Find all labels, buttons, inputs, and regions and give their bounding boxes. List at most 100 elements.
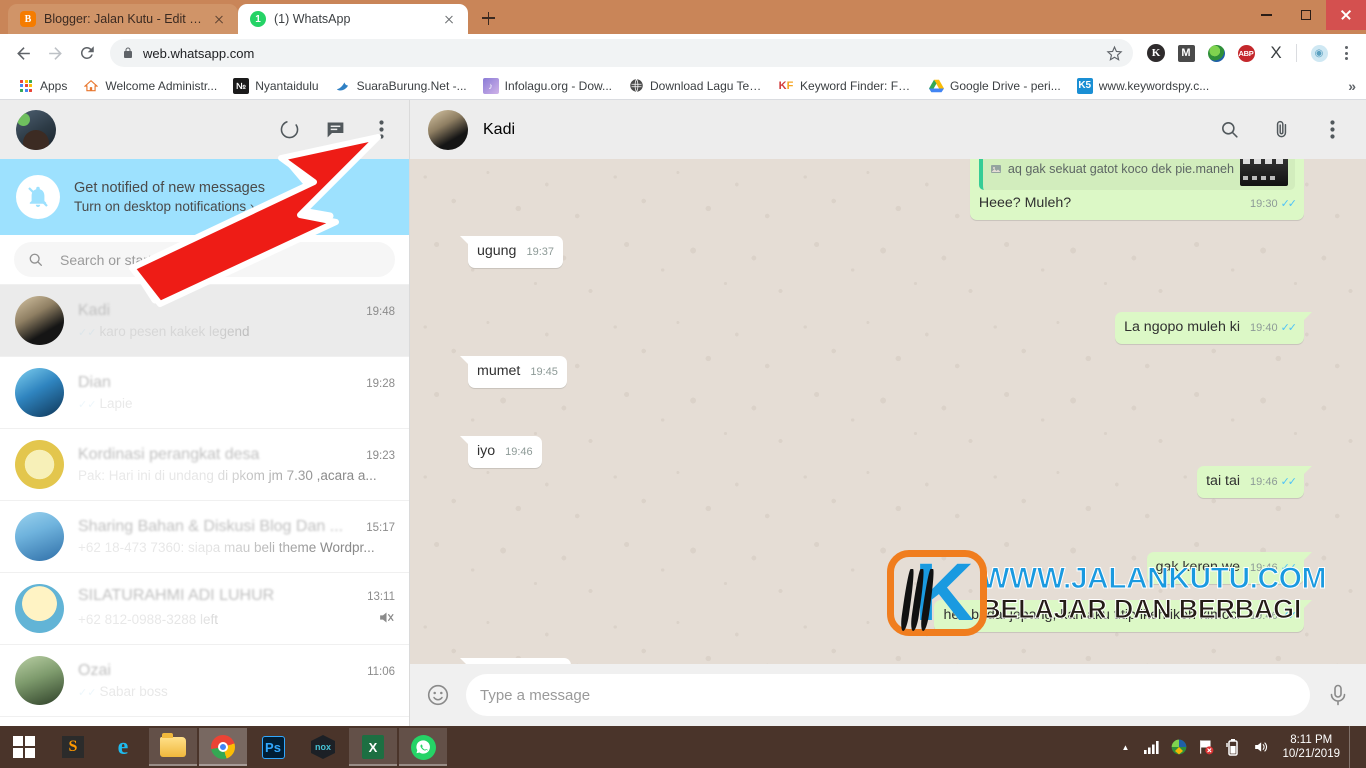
chrome-browser-window: B Blogger: Jalan Kutu - Edit entri 1 (1)… [0,0,1366,726]
avatar [15,584,64,633]
browser-tab-whatsapp[interactable]: 1 (1) WhatsApp [238,4,468,34]
reload-icon[interactable] [72,38,102,68]
message-bubble-incoming[interactable]: matane 19:47 [460,658,571,664]
forward-arrow-icon[interactable] [40,38,70,68]
message-bubble-incoming[interactable]: mumet 19:45 [460,356,567,388]
bookmark-label: Keyword Finder: Fin... [800,78,913,93]
idm-tray-icon[interactable] [1170,738,1188,756]
bookmark-keywordspy[interactable]: K5 www.keywordspy.c... [1069,74,1217,98]
tab-title: (1) WhatsApp [274,12,351,26]
message-bubble-outgoing[interactable]: La ngopo muleh ki 19:40 ✓✓ [1115,312,1312,344]
message-bubble-incoming[interactable]: ugung 19:37 [460,236,563,268]
battery-icon[interactable] [1224,738,1242,756]
network-signal-icon[interactable] [1143,738,1161,756]
x-extension-icon[interactable]: X [1263,40,1289,66]
flag-notification-icon[interactable] [1197,738,1215,756]
mailtrack-extension-icon[interactable]: M [1173,40,1199,66]
avatar[interactable] [16,109,56,150]
address-bar[interactable]: web.whatsapp.com [110,39,1133,67]
chat-list-item-ozai[interactable]: Ozai 11:06 ✓✓ Sabar boss [0,645,409,717]
adblock-plus-extension-icon[interactable]: ABP [1233,40,1259,66]
home-icon [83,78,99,94]
internet-explorer-icon[interactable]: e [99,728,147,766]
search-input[interactable]: Search or start new chat [14,242,395,277]
whatsapp-icon[interactable] [399,728,447,766]
attach-icon[interactable] [1269,118,1293,142]
message-bubble-incoming[interactable]: iyo 19:46 [460,436,542,468]
chrome-menu-icon[interactable] [1334,46,1358,60]
conversation-header[interactable]: Kadi [410,100,1366,159]
message-bubble-outgoing[interactable]: gak keren we 19:46 ✓✓ [1146,552,1313,584]
chat-list-item-kordinasi-perangkat-desa[interactable]: Kordinasi perangkat desa 19:23 Pak: Hari… [0,429,409,501]
bookmark-welcome-administrator[interactable]: Welcome Administr... [75,74,225,98]
minimize-button[interactable] [1246,0,1286,30]
bookmark-suaraburung[interactable]: SuaraBurung.Net -... [327,74,475,98]
quoted-thumbnail [1240,159,1288,186]
close-icon[interactable] [440,10,458,28]
browser-tab-blogger[interactable]: B Blogger: Jalan Kutu - Edit entri [8,4,238,34]
chat-list-item-kadi[interactable]: Kadi 19:48 ✓✓ karo pesen kakek legend [0,285,409,357]
message-list[interactable]: aq gak sekuat gatot koco dek pie.maneh H… [410,159,1366,664]
close-window-button[interactable] [1326,0,1366,30]
show-hidden-icons[interactable]: ▲ [1116,738,1134,756]
bookmark-infolagu[interactable]: ♪ Infolagu.org - Dow... [475,74,620,98]
bookmark-star-icon[interactable] [1101,40,1127,66]
chat-list-item-silaturahmi-adi-luhur[interactable]: SILATURAHMI ADI LUHUR 13:11 +62 812-0988… [0,573,409,645]
taskbar-clock[interactable]: 8:11 PM 10/21/2019 [1278,733,1340,761]
read-receipt-icon: ✓✓ [1280,610,1298,622]
emoji-icon[interactable] [426,683,450,707]
close-icon[interactable] [210,10,228,28]
kissmetrics-extension-icon[interactable]: K [1143,40,1169,66]
sidebar-header-actions [277,118,393,142]
extension-glyph: K [1147,44,1165,62]
bookmark-apps[interactable]: Apps [10,74,75,98]
bookmark-keyword-finder[interactable]: KF Keyword Finder: Fin... [770,74,920,98]
windows-start-icon[interactable] [0,726,48,768]
excel-icon[interactable]: X [349,728,397,766]
chat-name: Ozai [78,662,111,679]
bookmark-download-lagu[interactable]: Download Lagu Ter... [620,74,770,98]
bookmarks-overflow-icon[interactable]: » [1348,78,1356,94]
message-meta: 19:46 [505,443,533,462]
photoshop-icon[interactable]: Ps [249,728,297,766]
url-text: web.whatsapp.com [143,45,255,61]
whatsapp-icon: 1 [250,11,266,27]
profile-avatar-icon[interactable]: ◉ [1306,40,1332,66]
menu-icon[interactable] [1320,118,1344,142]
show-desktop-button[interactable] [1349,726,1356,768]
avatar[interactable] [428,109,468,150]
chat-name: Dian [78,374,111,391]
bookmark-google-drive[interactable]: Google Drive - peri... [920,74,1069,98]
idm-extension-icon[interactable] [1203,40,1229,66]
clock-time: 8:11 PM [1290,734,1333,746]
sublime-text-icon[interactable]: S [49,728,97,766]
notification-subtitle[interactable]: Turn on desktop notifications › [74,199,265,214]
back-arrow-icon[interactable] [8,38,38,68]
message-text: iyo [477,443,496,459]
file-explorer-icon[interactable] [149,728,197,766]
nox-player-icon[interactable]: nox [299,728,347,766]
chat-list-item-dian[interactable]: Dian 19:28 ✓✓ Lapie [0,357,409,429]
message-input[interactable]: Type a message [466,674,1310,716]
bookmark-nyantaidulu[interactable]: № Nyantaidulu [225,74,326,98]
menu-icon[interactable] [369,118,393,142]
maximize-button[interactable] [1286,0,1326,30]
message-bubble-outgoing[interactable]: aq gak sekuat gatot koco dek pie.maneh H… [969,159,1304,220]
message-bubble-outgoing[interactable]: hee budal jepang, kan aku titip ikeh ike… [934,600,1312,632]
chrome-icon[interactable] [199,728,247,766]
message-meta: 19:30 ✓✓ [1250,195,1297,214]
microphone-icon[interactable] [1326,683,1350,707]
new-tab-button[interactable] [474,4,502,32]
message-bubble-outgoing[interactable]: tai tai 19:46 ✓✓ [1197,466,1312,498]
chat-list[interactable]: Kadi 19:48 ✓✓ karo pesen kakek legend Dia… [0,285,409,726]
search-icon[interactable] [1218,118,1242,142]
conversation-panel: Kadi aq gak sekuat gatot koco dek pie.ma… [410,100,1366,726]
volume-icon[interactable] [1251,738,1269,756]
chat-list-item-sharing-bahan-diskusi-blog[interactable]: Sharing Bahan & Diskusi Blog Dan ... 15:… [0,501,409,573]
desktop-notification-banner[interactable]: Get notified of new messages Turn on des… [0,159,409,235]
extension-glyph: ABP [1237,44,1255,62]
new-chat-icon[interactable] [323,118,347,142]
status-icon[interactable] [277,118,301,142]
bookmark-label: Nyantaidulu [255,78,319,93]
toolbar-divider [1296,44,1297,62]
